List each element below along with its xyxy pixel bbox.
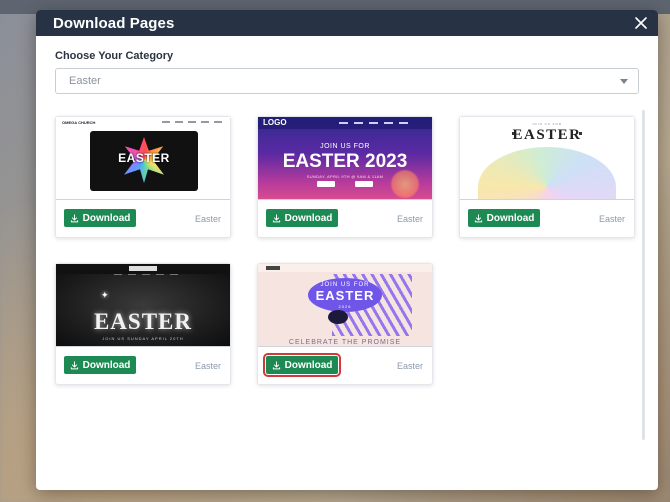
thumb-nav-links	[162, 121, 222, 123]
thumb-join-text: JOIN US FOR	[320, 143, 370, 150]
card-footer: Download Easter	[56, 346, 230, 384]
page-card: JOIN US FOR EASTER 2026 CELEBRATE THE PR…	[257, 263, 433, 385]
modal-header: Download Pages	[36, 10, 658, 36]
download-pages-modal: Download Pages Choose Your Category East…	[36, 10, 658, 490]
thumb-topbar	[258, 264, 432, 272]
download-button[interactable]: Download	[263, 353, 341, 377]
scrollbar[interactable]	[642, 110, 645, 440]
close-icon	[635, 17, 647, 29]
download-button[interactable]: Download	[266, 209, 338, 227]
download-icon	[70, 213, 78, 222]
download-icon	[272, 360, 280, 369]
thumb-title: EASTER 2023	[282, 151, 408, 172]
page-thumbnail[interactable]: LOGO JOIN US FOR EASTER 2023 SUNDAY, APR…	[258, 117, 432, 199]
thumb-nav-title: OMEGA CHURCH	[62, 120, 96, 125]
thumb-small-text: JOIN US FOR	[531, 122, 562, 126]
page-thumbnail[interactable]: ✦ EASTER JOIN US SUNDAY APRIL 20TH	[56, 264, 230, 346]
card-category: Easter	[396, 361, 423, 371]
download-icon	[70, 360, 78, 369]
thumb-logo: LOGO	[263, 118, 287, 127]
page-thumbnail[interactable]: JOIN US FOR EASTER	[460, 117, 634, 199]
scrollbar-thumb[interactable]	[642, 110, 645, 440]
download-button[interactable]: Download	[64, 209, 136, 227]
thumb-buttons	[258, 181, 432, 187]
thumb-caption: CELEBRATE THE PROMISE	[288, 339, 402, 346]
thumb-logo	[129, 266, 157, 271]
close-button[interactable]	[632, 14, 650, 32]
page-card: ✦ EASTER JOIN US SUNDAY APRIL 20TH Downl…	[55, 263, 231, 385]
thumb-logo	[266, 266, 280, 270]
modal-title: Download Pages	[53, 14, 175, 32]
card-footer: Download Easter	[258, 346, 432, 384]
thumb-hero: EASTER	[90, 131, 198, 191]
download-button[interactable]: Download	[468, 209, 540, 227]
card-category: Easter	[396, 214, 423, 224]
download-button-label: Download	[82, 212, 131, 224]
thumb-year: 2026	[338, 304, 352, 309]
thumb-title: EASTER	[118, 151, 170, 165]
page-card: JOIN US FOR EASTER Download Easter	[459, 116, 635, 238]
page-card: OMEGA CHURCH EASTER Download Easter	[55, 116, 231, 238]
dark-shape-graphic	[328, 310, 348, 324]
page-card: LOGO JOIN US FOR EASTER 2023 SUNDAY, APR…	[257, 116, 433, 238]
thumb-title: EASTER	[315, 288, 375, 303]
download-icon	[272, 213, 280, 222]
chevron-down-icon	[620, 78, 628, 84]
thumb-title: EASTER	[93, 309, 193, 334]
page-thumbnail[interactable]: JOIN US FOR EASTER 2026 CELEBRATE THE PR…	[258, 264, 432, 346]
card-footer: Download Easter	[258, 199, 432, 237]
card-footer: Download Easter	[56, 199, 230, 237]
thumb-subtitle: JOIN US SUNDAY APRIL 20TH	[102, 336, 184, 341]
download-button-label: Download	[82, 359, 131, 371]
card-footer: Download Easter	[460, 199, 634, 237]
thumb-nav-links	[339, 122, 408, 124]
card-category: Easter	[598, 214, 625, 224]
download-button-label: Download	[284, 212, 333, 224]
category-select[interactable]: Easter	[55, 68, 639, 94]
sparkle-icon: ✦	[101, 290, 109, 300]
thumb-title: EASTER	[512, 127, 582, 143]
card-category: Easter	[194, 214, 221, 224]
thumb-nav-links	[114, 274, 178, 276]
page-thumbnail[interactable]: OMEGA CHURCH EASTER	[56, 117, 230, 199]
download-button-label: Download	[284, 359, 333, 371]
category-select-value: Easter	[69, 75, 101, 87]
card-category: Easter	[194, 361, 221, 371]
thumb-subtitle: SUNDAY, APRIL 9TH @ 9AM & 11AM	[306, 174, 384, 179]
category-label: Choose Your Category	[55, 50, 174, 62]
download-button[interactable]: Download	[64, 356, 136, 374]
download-button-label: Download	[486, 212, 535, 224]
pastel-graphic	[478, 147, 616, 199]
download-icon	[474, 213, 482, 222]
modal-body: Choose Your Category Easter	[36, 36, 658, 94]
